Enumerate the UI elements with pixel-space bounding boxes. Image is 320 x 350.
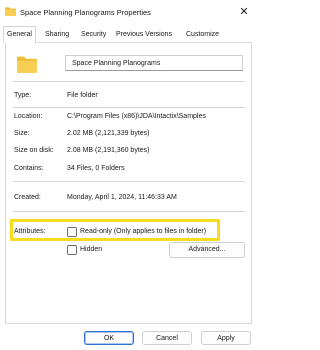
contains-value: 34 Files, 0 Folders bbox=[67, 165, 125, 172]
apply-button[interactable]: Apply bbox=[201, 331, 251, 345]
size-on-disk-label: Size on disk: bbox=[14, 147, 54, 154]
contains-label: Contains: bbox=[14, 165, 44, 172]
attributes-label: Attributes: bbox=[14, 228, 46, 235]
title-bar: Space Planning Planograms Properties ✕ bbox=[0, 0, 257, 24]
hidden-label[interactable]: Hidden bbox=[80, 246, 102, 253]
ok-button[interactable]: OK bbox=[84, 331, 134, 345]
type-value: File folder bbox=[67, 92, 98, 99]
size-label: Size: bbox=[14, 130, 30, 137]
advanced-button[interactable]: Advanced... bbox=[169, 242, 245, 258]
location-label: Location: bbox=[14, 113, 43, 120]
divider bbox=[13, 81, 245, 82]
cancel-button[interactable]: Cancel bbox=[142, 331, 192, 345]
close-icon: ✕ bbox=[239, 6, 249, 18]
close-button[interactable]: ✕ bbox=[235, 3, 253, 21]
tab-customize[interactable]: Customize bbox=[186, 28, 219, 42]
location-value: C:\Program Files (x86)\JDA\Intactix\Samp… bbox=[67, 113, 206, 120]
hidden-checkbox[interactable] bbox=[67, 245, 77, 255]
tab-previous-versions[interactable]: Previous Versions bbox=[116, 28, 172, 42]
size-value: 2.02 MB (2,121,339 bytes) bbox=[67, 130, 150, 137]
tab-security[interactable]: Security bbox=[81, 28, 106, 42]
window-title: Space Planning Planograms Properties bbox=[20, 8, 151, 17]
created-value: Monday, April 1, 2024, 11:46:33 AM bbox=[67, 194, 177, 201]
tab-sharing[interactable]: Sharing bbox=[45, 28, 69, 42]
divider bbox=[13, 107, 245, 108]
general-tab-panel: Space Planning Planograms Type: File fol… bbox=[5, 42, 252, 324]
divider bbox=[13, 181, 245, 182]
size-on-disk-value: 2.08 MB (2,191,360 bytes) bbox=[67, 147, 150, 154]
folder-icon bbox=[17, 56, 37, 73]
readonly-label[interactable]: Read-only (Only applies to files in fold… bbox=[80, 228, 206, 235]
tab-general[interactable]: General bbox=[3, 26, 36, 43]
created-label: Created: bbox=[14, 194, 41, 201]
folder-name-input[interactable]: Space Planning Planograms bbox=[65, 55, 243, 71]
readonly-checkbox[interactable] bbox=[67, 227, 77, 237]
divider bbox=[13, 211, 245, 212]
folder-icon bbox=[5, 7, 16, 16]
type-label: Type: bbox=[14, 92, 32, 99]
